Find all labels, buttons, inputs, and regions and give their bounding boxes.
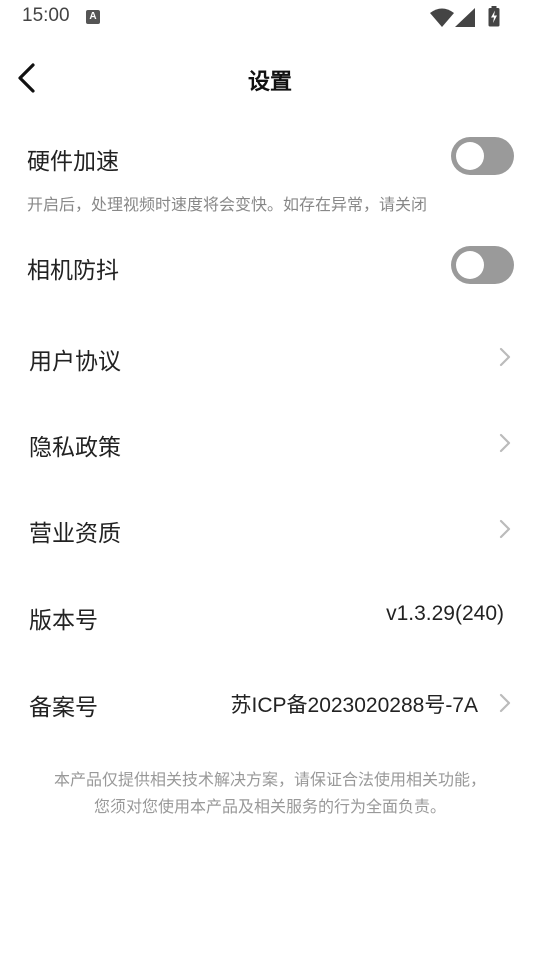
camera-stabilization-toggle[interactable] <box>451 246 514 284</box>
disclaimer-line-2: 您须对您使用本产品及相关服务的行为全面负责。 <box>93 797 446 816</box>
icp-record-label: 备案号 <box>29 695 98 721</box>
camera-stabilization-label: 相机防抖 <box>27 258 119 284</box>
hardware-acceleration-label: 硬件加速 <box>27 149 119 175</box>
chevron-right-icon <box>499 519 511 539</box>
version-label: 版本号 <box>29 608 98 634</box>
wifi-icon <box>430 8 454 27</box>
info-version: 版本号 v1.3.29(240) <box>0 585 540 649</box>
page-title: 设置 <box>247 70 292 95</box>
menu-item-business-qualification[interactable]: 营业资质 <box>0 498 540 562</box>
cell-signal-icon <box>455 8 475 27</box>
toggle-knob <box>456 142 484 170</box>
hardware-acceleration-toggle[interactable] <box>451 137 514 175</box>
menu-item-privacy-policy[interactable]: 隐私政策 <box>0 412 540 476</box>
app-header: 设置 <box>0 50 540 110</box>
user-agreement-label: 用户协议 <box>29 349 121 375</box>
status-time: 15:00 <box>22 5 70 26</box>
icp-record-value: 苏ICP备2023020288号-7A <box>230 694 478 717</box>
status-bar: 15:00 A <box>0 0 540 34</box>
disclaimer-line-1: 本产品仅提供相关技术解决方案，请保证合法使用相关功能， <box>53 770 486 789</box>
chevron-right-icon <box>499 433 511 453</box>
privacy-policy-label: 隐私政策 <box>29 435 121 461</box>
business-qualification-label: 营业资质 <box>29 521 121 547</box>
menu-item-icp-record[interactable]: 备案号 苏ICP备2023020288号-7A <box>0 672 540 736</box>
chevron-right-icon <box>499 693 511 713</box>
hardware-acceleration-description: 开启后，处理视频时速度将会变快。如存在异常，请关闭 <box>27 195 428 214</box>
version-value: v1.3.29(240) <box>386 602 504 625</box>
chevron-right-icon <box>499 347 511 367</box>
menu-item-user-agreement[interactable]: 用户协议 <box>0 326 540 390</box>
status-icons <box>430 6 502 28</box>
battery-charging-icon <box>488 6 500 27</box>
setting-hardware-acceleration: 硬件加速 开启后，处理视频时速度将会变快。如存在异常，请关闭 <box>0 130 540 225</box>
notification-a-icon: A <box>86 10 100 24</box>
toggle-knob <box>456 251 484 279</box>
setting-camera-stabilization: 相机防抖 <box>0 239 540 299</box>
disclaimer: 本产品仅提供相关技术解决方案，请保证合法使用相关功能， 您须对您使用本产品及相关… <box>0 766 540 820</box>
